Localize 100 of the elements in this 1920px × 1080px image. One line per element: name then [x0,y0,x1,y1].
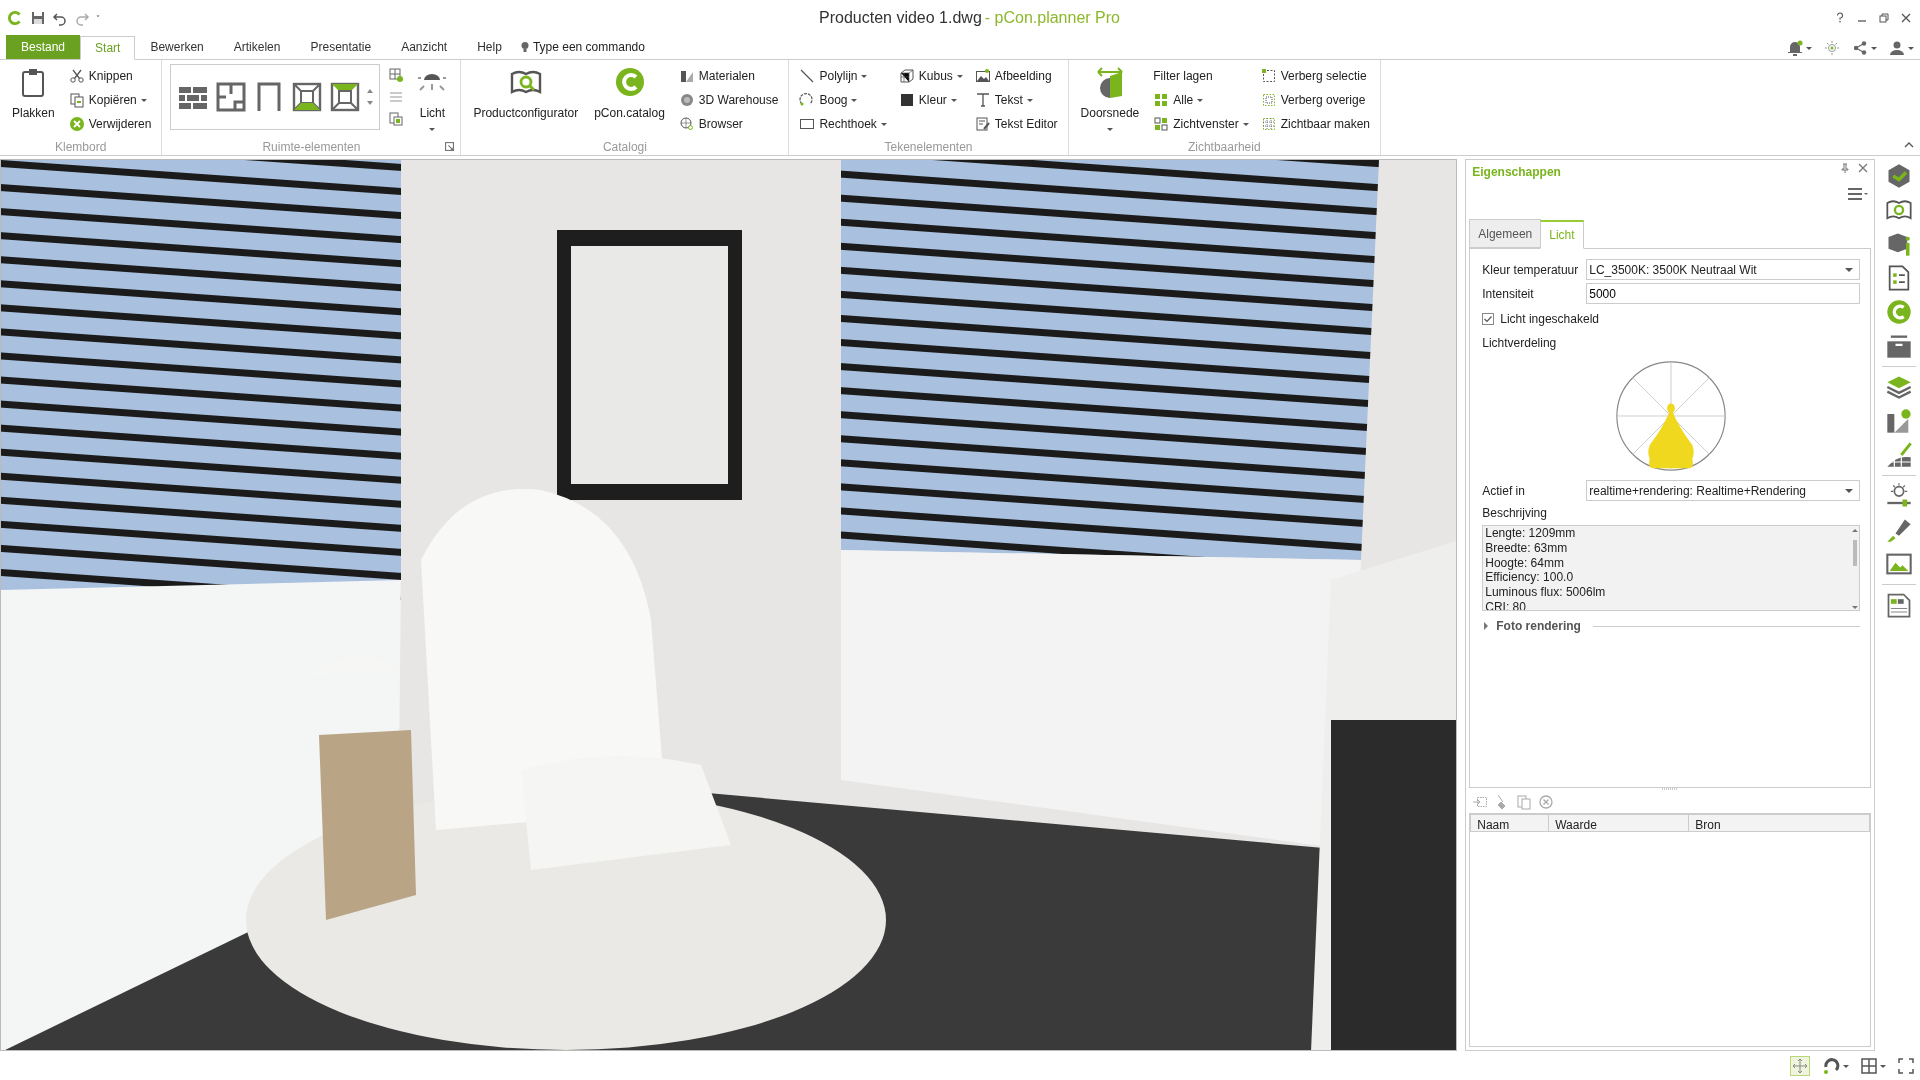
dotted-grid-icon [1260,92,1277,108]
field-label: Kleur temperatuur [1482,261,1580,279]
ribbon-button[interactable]: Zichtbaar maken [1258,112,1372,136]
gallery-scroll-icon[interactable] [367,89,374,105]
ribbon-button[interactable]: Materialen [676,64,781,88]
menu-icon[interactable] [1848,187,1868,201]
ribbon-button[interactable]: Knippen [66,64,154,88]
section-header[interactable]: Foto rendering [1496,617,1581,635]
number-field[interactable]: 5000 [1586,283,1860,304]
ribbon-button[interactable]: pCon.catalog [590,64,669,138]
caret-icon[interactable] [1806,46,1812,50]
column-header[interactable]: Waarde [1549,815,1690,831]
column-header[interactable]: Naam [1471,815,1550,831]
ribbon-tab[interactable]: Aanzicht [386,35,463,59]
command-search-field[interactable]: Type een commando [532,38,645,56]
ribbon-button[interactable]: Browser [676,112,781,136]
fullscreen-icon[interactable] [1898,1058,1914,1074]
ribbon-button[interactable]: Kubus [896,64,965,88]
description-line: Efficiency: 100.0 [1484,570,1575,586]
text-icon [974,92,991,108]
pin-icon[interactable] [1840,163,1850,173]
bell-icon[interactable] [1787,40,1803,56]
ribbon-tab[interactable]: Bewerken [135,35,219,59]
catalog-logo-icon [613,66,646,98]
ribbon-button[interactable]: Kleur [896,88,965,112]
checkbox-label: Licht ingeschakeld [1500,311,1599,328]
group-label: Catalogi [602,140,647,154]
dropdown-field[interactable]: realtime+rendering: Realtime+Rendering [1586,480,1860,501]
sun-slider-icon[interactable] [1885,482,1913,510]
grid-cube-icon [898,68,915,84]
ribbon-tab[interactable]: Artikelen [218,35,296,59]
description-line: Lengte: 1209mm [1484,526,1577,541]
description-line: Hoogte: 64mm [1484,555,1565,571]
caret-icon[interactable] [1880,1064,1886,1068]
ribbon-button[interactable]: Productconfigurator [469,64,583,138]
panel-tab[interactable]: Algemeen [1469,219,1542,248]
room-element-gallery[interactable] [170,64,381,130]
move-icon[interactable] [1790,1056,1810,1076]
floor-plan-icon [215,81,248,113]
ribbon-button[interactable]: Alle [1151,88,1251,112]
group-label: Zichtbaarheid [1187,140,1261,154]
ribbon-button[interactable]: Afbeelding [972,64,1060,88]
group-label: Klembord [55,140,107,154]
ribbon-button[interactable]: Rechthoek [797,112,889,136]
column-header[interactable]: Bron [1689,815,1869,831]
caret-icon[interactable] [1908,46,1914,50]
ribbon-button[interactable]: Verberg selectie [1258,64,1372,88]
copy-room-icon[interactable] [388,111,405,127]
ribbon-button[interactable]: Verwijderen [66,112,154,136]
ribbon-button[interactable]: Zichtvenster [1151,112,1251,136]
sphere-icon [678,92,695,108]
collapse-ribbon-icon[interactable] [1904,141,1914,149]
wall-settings-icon[interactable] [388,67,405,83]
caret-icon[interactable] [1871,46,1877,50]
ribbon-button[interactable]: Polylijn [797,64,889,88]
ribbon-button[interactable]: Licht [412,64,453,138]
ribbon-button[interactable]: Boog [797,88,889,112]
restore-icon[interactable] [1879,12,1889,23]
description-line: Breedte: 63mm [1484,540,1569,556]
ribbon-button[interactable]: Verberg overige [1258,88,1372,112]
field-label: Actief in [1482,482,1526,500]
description-line: Luminous flux: 5006lm [1484,585,1607,600]
window-title: Producten video 1.dwg [819,7,982,28]
ribbon-button[interactable]: 3D Warehouse [676,88,781,112]
collapsed-caret-icon[interactable] [1482,622,1491,630]
save-icon[interactable] [30,9,46,26]
share-icon[interactable] [1852,40,1868,56]
group-label: Ruimte-elementen [262,140,361,154]
ribbon-button[interactable]: Filter lagen [1151,64,1251,88]
caret-icon[interactable] [1843,1064,1849,1068]
grid-view-icon[interactable] [1861,1058,1877,1074]
close-icon[interactable] [1858,163,1868,173]
image-icon [974,68,991,84]
ribbon-button[interactable]: Doorsnede [1076,64,1144,138]
ribbon-button[interactable]: Tekst [972,88,1060,112]
ribbon-button[interactable]: Plakken [8,64,59,138]
panel-title: Eigenschappen [1472,164,1562,181]
dropdown-field[interactable]: LC_3500K: 3500K Neutraal Wit [1586,259,1860,280]
scissors-icon [68,68,85,84]
ribbon-tab[interactable]: Presentatie [295,35,387,59]
field-label: Beschrijving [1482,505,1548,522]
user-icon[interactable] [1889,40,1905,56]
ribbon-button[interactable]: Kopiëren [66,88,154,112]
field-label: Lichtverdeling [1482,335,1558,352]
checkbox[interactable] [1482,313,1495,325]
close-icon[interactable] [1901,12,1911,23]
room-box-icon [291,81,324,113]
group-label: Tekenelementen [884,140,973,154]
scrollbar-drawing[interactable] [1851,526,1859,612]
squares-grid-icon [1153,92,1170,108]
dialog-launcher-icon[interactable] [445,142,455,151]
line-icon [799,68,816,84]
ribbon-tab[interactable]: Help [462,35,517,59]
splitter-handle-icon[interactable] [1662,788,1679,791]
grid-pen-icon[interactable] [1885,441,1913,469]
help-icon[interactable] [1835,11,1845,24]
caret-icon [1845,267,1853,272]
room-box-icon [329,81,362,113]
ribbon-button[interactable]: Tekst Editor [972,112,1060,136]
report-icon[interactable] [1885,591,1913,619]
